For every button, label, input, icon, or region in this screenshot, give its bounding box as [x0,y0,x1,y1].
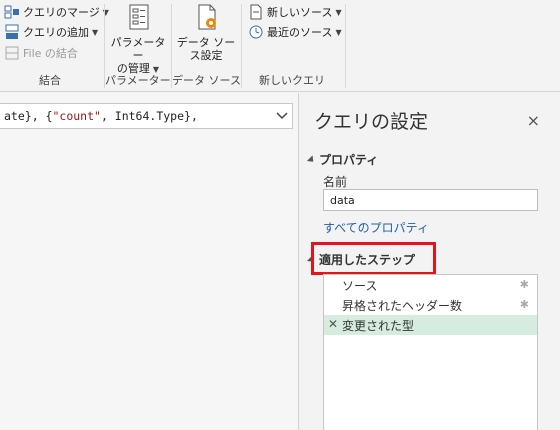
step-label: 変更された型 [342,318,415,333]
formula-bar[interactable]: ate}, {"count", Int64.Type}, [0,103,293,129]
newquery-group-label: 新しいクエリ [259,74,325,87]
combine-files-button[interactable]: File の結合 [4,43,78,63]
combine-files-icon [4,45,20,61]
pane-title: クエリの設定 [314,111,429,133]
new-source-label: 新しいソース [267,6,333,19]
expand-triangle-icon [306,154,317,165]
datasource-group: データ ソー ス設定 データ ソース [172,0,241,92]
combine-files-label: File の結合 [23,47,78,60]
gear-icon[interactable]: ✱ [520,278,529,291]
properties-header-label: プロパティ [319,153,379,167]
append-queries-button[interactable]: クエリの追加 ▼ [4,22,98,42]
recent-sources-button[interactable]: 最近のソース ▼ [248,22,342,42]
ribbon-divider [345,4,346,88]
parameters-group-label: パラメーター [105,74,171,87]
query-name-input[interactable]: data [323,189,538,211]
datasource-settings-icon [191,2,221,32]
datasource-settings-label-1: データ ソー [176,36,236,49]
step-label: 昇格されたヘッダー数 [342,298,463,313]
query-settings-pane: クエリの設定 × プロパティ 名前 data すべてのプロパティ 適用したステッ… [298,93,560,430]
merge-queries-label: クエリのマージ [23,6,100,19]
chevron-down-icon: ▼ [335,7,342,17]
editor-area: ate}, {"count", Int64.Type}, [0,93,298,430]
formula-text[interactable]: ate}, {"count", Int64.Type}, [4,109,272,123]
manage-parameters-button[interactable]: パラメーター の管理 ▼ [109,2,167,76]
delete-step-icon[interactable]: ✕ [328,317,338,331]
new-source-icon [248,4,264,20]
combine-group-label: 結合 [39,74,61,87]
newquery-group: 新しいソース ▼ 最近のソース ▼ 新しいクエリ [242,0,342,92]
gear-icon[interactable]: ✱ [520,298,529,311]
formula-expand-chevron-icon[interactable] [272,104,292,128]
append-queries-label: クエリの追加 [23,26,89,39]
close-icon[interactable]: × [527,111,540,130]
name-label: 名前 [323,175,348,189]
manage-parameters-label-1: パラメーター [110,36,166,62]
parameters-icon [123,2,153,32]
parameters-group: パラメーター の管理 ▼ パラメーター [105,0,171,92]
merge-queries-icon [4,4,20,20]
append-queries-icon [4,24,20,40]
step-promoted-headers[interactable]: 昇格されたヘッダー数 ✱ [324,295,537,315]
merge-queries-button[interactable]: クエリのマージ ▼ [4,2,109,22]
new-source-button[interactable]: 新しいソース ▼ [248,2,342,22]
highlight-annotation-box [311,242,436,275]
datasource-group-label: データ ソース [172,74,241,87]
chevron-down-icon: ▼ [92,27,99,37]
all-properties-link[interactable]: すべてのプロパティ [323,219,429,236]
recent-sources-label: 最近のソース [267,26,333,39]
ribbon: クエリのマージ ▼ クエリの追加 ▼ File の結合 結合 パラメーター の管… [0,0,560,92]
step-changed-type[interactable]: ✕ 変更された型 [324,315,537,335]
datasource-settings-button[interactable]: データ ソー ス設定 [176,2,236,62]
step-label: ソース [342,278,378,293]
combine-group: クエリのマージ ▼ クエリの追加 ▼ File の結合 結合 [0,0,109,92]
clock-icon [248,24,264,40]
properties-section-header[interactable]: プロパティ [306,151,379,168]
chevron-down-icon: ▼ [335,27,342,37]
datasource-settings-label-2: ス設定 [189,49,223,62]
step-source[interactable]: ソース ✱ [324,275,537,295]
applied-steps-list: ソース ✱ 昇格されたヘッダー数 ✱ ✕ 変更された型 [323,274,538,430]
